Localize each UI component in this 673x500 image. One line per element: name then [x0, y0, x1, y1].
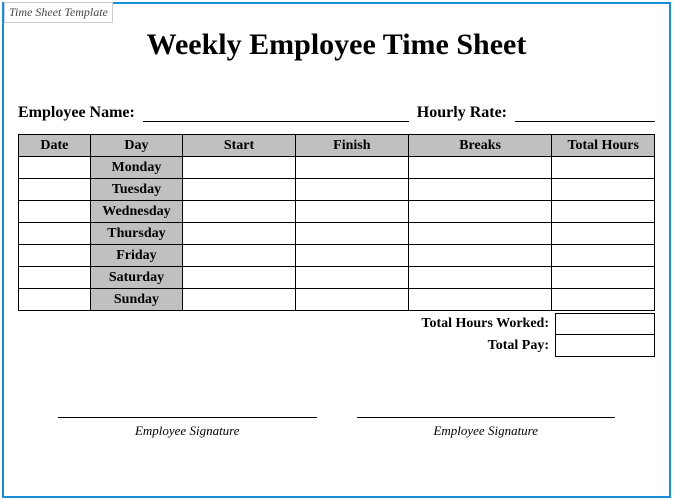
- cell-finish[interactable]: [295, 201, 408, 223]
- cell-day: Saturday: [90, 267, 182, 289]
- cell-total-hours[interactable]: [552, 289, 655, 311]
- cell-start[interactable]: [183, 157, 296, 179]
- cell-finish[interactable]: [295, 267, 408, 289]
- cell-day: Wednesday: [90, 201, 182, 223]
- cell-total-hours[interactable]: [552, 157, 655, 179]
- signature-left: Employee Signature: [58, 417, 317, 439]
- employee-fields-row: Employee Name: Hourly Rate:: [18, 104, 655, 122]
- cell-date[interactable]: [19, 179, 91, 201]
- cell-start[interactable]: [183, 223, 296, 245]
- table-row: Friday: [19, 245, 655, 267]
- timesheet-table: Date Day Start Finish Breaks Total Hours…: [18, 134, 655, 311]
- cell-total-hours[interactable]: [552, 179, 655, 201]
- cell-date[interactable]: [19, 157, 91, 179]
- cell-date[interactable]: [19, 223, 91, 245]
- document-content: Weekly Employee Time Sheet Employee Name…: [4, 4, 669, 449]
- col-header-finish: Finish: [295, 135, 408, 157]
- col-header-breaks: Breaks: [408, 135, 552, 157]
- cell-day: Tuesday: [90, 179, 182, 201]
- cell-day: Friday: [90, 245, 182, 267]
- cell-breaks[interactable]: [408, 223, 552, 245]
- table-row: Thursday: [19, 223, 655, 245]
- cell-day: Thursday: [90, 223, 182, 245]
- page-title: Weekly Employee Time Sheet: [18, 28, 655, 62]
- cell-breaks[interactable]: [408, 245, 552, 267]
- total-hours-worked-value[interactable]: [555, 313, 655, 335]
- cell-start[interactable]: [183, 201, 296, 223]
- employee-name-blank[interactable]: [143, 104, 409, 122]
- hourly-rate-label: Hourly Rate:: [417, 104, 507, 122]
- cell-breaks[interactable]: [408, 289, 552, 311]
- col-header-start: Start: [183, 135, 296, 157]
- cell-total-hours[interactable]: [552, 201, 655, 223]
- signature-line[interactable]: [58, 417, 317, 419]
- total-pay-label: Total Pay:: [482, 336, 555, 356]
- signature-row: Employee Signature Employee Signature: [18, 417, 655, 439]
- cell-date[interactable]: [19, 267, 91, 289]
- cell-date[interactable]: [19, 289, 91, 311]
- total-hours-worked-label: Total Hours Worked:: [415, 314, 555, 334]
- cell-start[interactable]: [183, 179, 296, 201]
- cell-total-hours[interactable]: [552, 267, 655, 289]
- cell-finish[interactable]: [295, 245, 408, 267]
- table-header-row: Date Day Start Finish Breaks Total Hours: [19, 135, 655, 157]
- cell-start[interactable]: [183, 289, 296, 311]
- table-row: Sunday: [19, 289, 655, 311]
- signature-label-right: Employee Signature: [357, 423, 616, 439]
- cell-date[interactable]: [19, 201, 91, 223]
- hourly-rate-blank[interactable]: [515, 104, 655, 122]
- table-row: Saturday: [19, 267, 655, 289]
- col-header-day: Day: [90, 135, 182, 157]
- cell-finish[interactable]: [295, 289, 408, 311]
- cell-finish[interactable]: [295, 157, 408, 179]
- totals-block: Total Hours Worked: Total Pay:: [18, 313, 655, 357]
- template-label: Time Sheet Template: [4, 2, 113, 23]
- signature-line[interactable]: [357, 417, 616, 419]
- cell-start[interactable]: [183, 245, 296, 267]
- signature-right: Employee Signature: [357, 417, 616, 439]
- document-frame: Time Sheet Template Weekly Employee Time…: [2, 2, 671, 498]
- table-row: Monday: [19, 157, 655, 179]
- employee-name-label: Employee Name:: [18, 104, 135, 122]
- cell-finish[interactable]: [295, 223, 408, 245]
- col-header-date: Date: [19, 135, 91, 157]
- cell-start[interactable]: [183, 267, 296, 289]
- table-row: Wednesday: [19, 201, 655, 223]
- total-pay-value[interactable]: [555, 335, 655, 357]
- cell-day: Monday: [90, 157, 182, 179]
- cell-day: Sunday: [90, 289, 182, 311]
- signature-label-left: Employee Signature: [58, 423, 317, 439]
- cell-breaks[interactable]: [408, 267, 552, 289]
- cell-finish[interactable]: [295, 179, 408, 201]
- table-row: Tuesday: [19, 179, 655, 201]
- cell-breaks[interactable]: [408, 201, 552, 223]
- cell-total-hours[interactable]: [552, 223, 655, 245]
- cell-total-hours[interactable]: [552, 245, 655, 267]
- col-header-total-hours: Total Hours: [552, 135, 655, 157]
- cell-breaks[interactable]: [408, 179, 552, 201]
- cell-breaks[interactable]: [408, 157, 552, 179]
- cell-date[interactable]: [19, 245, 91, 267]
